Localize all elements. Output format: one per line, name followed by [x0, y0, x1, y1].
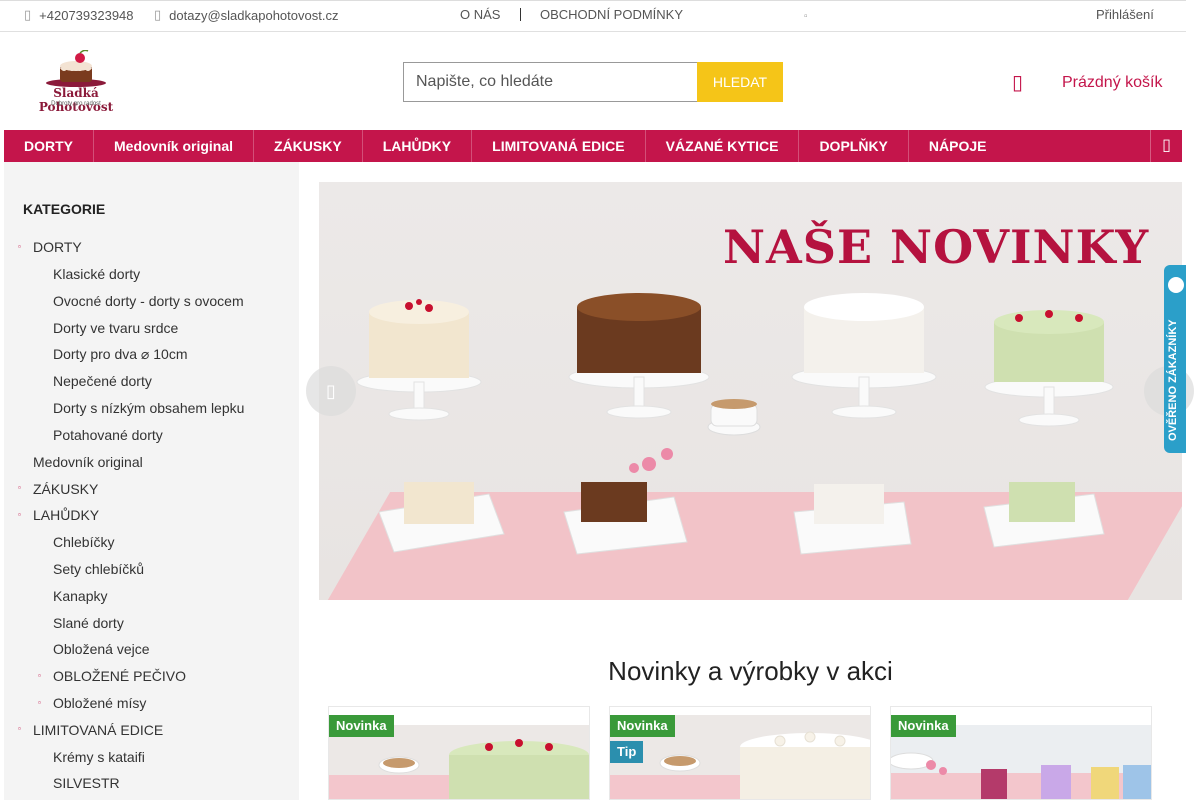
verified-customers-badge[interactable]: OVĚŘENO ZÁKAZNÍKY — [1164, 265, 1186, 453]
site-header: Sladká Pohotovost Dobroty pro radost HLE… — [0, 32, 1186, 130]
bullet-icon: ▫ — [38, 697, 41, 707]
email-address[interactable]: dotazy@sladkapohotovost.cz — [169, 8, 338, 23]
nav-item-zakusky[interactable]: ZÁKUSKY — [254, 130, 363, 162]
category-label[interactable]: Potahované dorty — [53, 427, 163, 443]
badge-new: Novinka — [610, 715, 675, 737]
category-label[interactable]: Nepečené dorty — [53, 373, 152, 389]
product-card[interactable]: Novinka — [890, 706, 1152, 800]
terms-link[interactable]: OBCHODNÍ PODMÍNKY — [540, 7, 683, 22]
cart-icon[interactable]: ▯ — [1012, 70, 1030, 95]
phone-icon: ▯ — [24, 7, 32, 22]
category-item[interactable]: Kanapky — [4, 582, 299, 609]
email-icon: ▯ — [154, 7, 162, 22]
category-item[interactable]: ▫ OBLOŽENÉ PEČIVO — [4, 663, 299, 690]
language-icon[interactable]: ▫ — [804, 11, 808, 22]
topbar-divider — [520, 8, 521, 21]
category-item[interactable]: ▫ DORTY — [4, 234, 299, 261]
category-item[interactable]: Slané dorty — [4, 609, 299, 636]
logo-name: Sladká Pohotovost — [38, 86, 114, 114]
category-label[interactable]: Sety chlebíčků — [53, 561, 144, 577]
category-label[interactable]: Obložené mísy — [53, 695, 146, 711]
section-title: Novinky a výrobky v akci — [608, 656, 893, 686]
category-label[interactable]: Klasické dorty — [53, 266, 140, 282]
category-item[interactable]: SILVESTR — [4, 770, 299, 797]
category-item[interactable]: Ovocné dorty - dorty s ovocem — [4, 288, 299, 315]
top-bar: ▯ +420739323948 ▯ dotazy@sladkapohotovos… — [0, 0, 1186, 32]
category-item[interactable]: Krémy s kataifi — [4, 743, 299, 770]
sidebar-title: KATEGORIE — [23, 201, 106, 217]
about-link[interactable]: O NÁS — [460, 7, 500, 22]
banner-headline: NAŠE NOVINKY — [723, 220, 1150, 274]
category-label[interactable]: Dorty pro dva ⌀ 10cm — [53, 346, 187, 363]
search-form: HLEDAT — [403, 62, 783, 102]
category-label[interactable]: Krémy s kataifi — [53, 749, 145, 765]
category-item[interactable]: Obložená vejce — [4, 636, 299, 663]
category-label[interactable]: Ovocné dorty - dorty s ovocem — [53, 293, 244, 309]
category-label[interactable]: Dorty s nízkým obsahem lepku — [53, 400, 244, 416]
category-label[interactable]: Medovník original — [33, 454, 143, 470]
category-label[interactable]: LAHŮDKY — [33, 507, 99, 523]
nav-item-vazane-kytice[interactable]: VÁZANÉ KYTICE — [646, 130, 800, 162]
category-list: ▫ DORTY Klasické dorty Ovocné dorty - dorty… — [4, 234, 299, 797]
category-item[interactable]: Dorty pro dva ⌀ 10cm — [4, 341, 299, 368]
site-logo[interactable]: Sladká Pohotovost Dobroty pro radost — [22, 49, 130, 114]
category-item[interactable]: Sety chlebíčků — [4, 556, 299, 583]
phone-contact[interactable]: ▯ +420739323948 — [24, 7, 134, 23]
category-label[interactable]: Obložená vejce — [53, 641, 150, 657]
phone-number[interactable]: +420739323948 — [39, 8, 133, 23]
category-label[interactable]: Kanapky — [53, 588, 107, 604]
category-label[interactable]: SILVESTR — [53, 775, 120, 791]
badge-tip: Tip — [610, 741, 644, 763]
slider-prev-button[interactable]: ▯ — [306, 366, 356, 416]
badge-new: Novinka — [891, 715, 956, 737]
verified-seal-icon — [1168, 277, 1184, 293]
hero-banner[interactable]: NAŠE NOVINKY — [319, 182, 1182, 600]
search-input[interactable] — [403, 62, 697, 102]
product-card[interactable]: Novinka Tip — [609, 706, 871, 800]
category-item[interactable]: ▫ LAHŮDKY — [4, 502, 299, 529]
verified-label: OVĚŘENO ZÁKAZNÍKY — [1167, 319, 1179, 441]
bullet-icon: ▫ — [18, 483, 21, 493]
email-contact[interactable]: ▯ dotazy@sladkapohotovost.cz — [154, 7, 338, 23]
category-label[interactable]: Dorty ve tvaru srdce — [53, 320, 178, 336]
category-item[interactable]: Medovník original — [4, 448, 299, 475]
nav-item-doplnky[interactable]: DOPLŇKY — [799, 130, 909, 162]
cake-logo-icon — [46, 49, 106, 87]
nav-item-napoje[interactable]: NÁPOJE — [909, 130, 1007, 162]
cart[interactable]: ▯ Prázdný košík — [1012, 70, 1162, 95]
bullet-icon: ▫ — [38, 670, 41, 680]
login-link[interactable]: Přihlášení — [1096, 7, 1154, 22]
category-label[interactable]: ZÁKUSKY — [33, 481, 98, 497]
bullet-icon: ▫ — [18, 509, 21, 519]
nav-item-medovnik[interactable]: Medovník original — [94, 130, 255, 162]
badge-new: Novinka — [329, 715, 394, 737]
product-card[interactable]: Novinka — [328, 706, 590, 800]
category-item[interactable]: Nepečené dorty — [4, 368, 299, 395]
nav-item-dorty[interactable]: DORTY — [4, 130, 94, 162]
category-label[interactable]: OBLOŽENÉ PEČIVO — [53, 668, 186, 684]
category-item[interactable]: ▫ LIMITOVANÁ EDICE — [4, 716, 299, 743]
category-label[interactable]: Chlebíčky — [53, 534, 114, 550]
nav-item-limitovana-edice[interactable]: LIMITOVANÁ EDICE — [472, 130, 646, 162]
category-item[interactable]: ▫ ZÁKUSKY — [4, 475, 299, 502]
search-button[interactable]: HLEDAT — [697, 62, 783, 102]
category-item[interactable]: Chlebíčky — [4, 529, 299, 556]
category-item[interactable]: Klasické dorty — [4, 261, 299, 288]
category-item[interactable]: Potahované dorty — [4, 422, 299, 449]
category-sidebar: KATEGORIE ▫ DORTY Klasické dorty Ovocné dor… — [4, 162, 299, 800]
bullet-icon: ▫ — [18, 724, 21, 734]
logo-tagline: Dobroty pro radost — [51, 101, 101, 107]
cart-label[interactable]: Prázdný košík — [1062, 74, 1162, 92]
nav-item-lahudky[interactable]: LAHŮDKY — [363, 130, 473, 162]
main-nav: DORTY Medovník original ZÁKUSKY LAHŮDKY … — [4, 130, 1182, 162]
category-label[interactable]: LIMITOVANÁ EDICE — [33, 722, 163, 738]
nav-more-icon[interactable]: ▯ — [1150, 130, 1182, 162]
bullet-icon: ▫ — [18, 242, 21, 251]
category-label[interactable]: Slané dorty — [53, 615, 124, 631]
category-item[interactable]: ▫ Obložené mísy — [4, 690, 299, 717]
category-label[interactable]: DORTY — [33, 239, 82, 255]
category-item[interactable]: Dorty ve tvaru srdce — [4, 314, 299, 341]
category-item[interactable]: Dorty s nízkým obsahem lepku — [4, 395, 299, 422]
